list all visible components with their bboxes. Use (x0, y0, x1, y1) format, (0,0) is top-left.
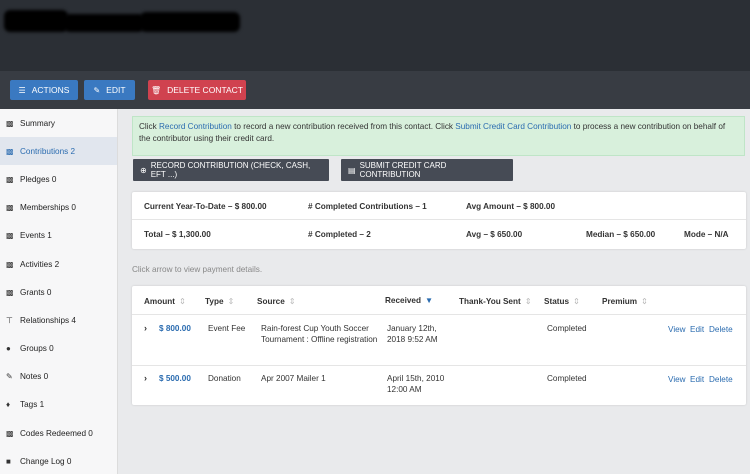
actions-label: ACTIONS (31, 85, 70, 95)
sort-icon: ⇕ (227, 297, 235, 306)
sidebar-item-change-log[interactable]: ■ Change Log 0 (0, 447, 117, 474)
row-source: Apr 2007 Mailer 1 (261, 374, 326, 383)
sidebar-item-summary[interactable]: ▩ Summary (0, 109, 117, 137)
row-type: Donation (208, 374, 241, 383)
delete-link[interactable]: Delete (709, 374, 733, 385)
sidebar-item-notes[interactable]: ✎ Notes 0 (0, 363, 117, 391)
sidebar-item-codes-redeemed[interactable]: ▩ Codes Redeemed 0 (0, 419, 117, 447)
sidebar-item-tags[interactable]: ♦ Tags 1 (0, 391, 117, 419)
chart-icon: ▩ (6, 259, 14, 269)
delete-label: DELETE CONTACT (167, 85, 244, 95)
plus-circle-icon: ⊕ (140, 165, 147, 175)
sort-icon: ⇕ (178, 297, 186, 306)
column-header-premium[interactable]: Premium ⇕ (602, 296, 648, 306)
credit-card-icon: ▤ (348, 165, 356, 175)
view-link[interactable]: View (668, 374, 686, 385)
chart-icon: ▩ (6, 174, 14, 184)
total-amount: Total – $ 1,300.00 (144, 230, 211, 239)
avg-amount: Avg Amount – $ 800.00 (466, 202, 556, 211)
edit-button[interactable]: ✎ EDIT (84, 80, 135, 100)
sidebar-item-pledges[interactable]: ▩ Pledges 0 (0, 165, 117, 193)
sidebar-item-contributions[interactable]: ▩ Contributions 2 (0, 137, 117, 166)
row-amount: $ 800.00 (159, 324, 191, 333)
main-content: Click Record Contribution to record a ne… (118, 109, 750, 474)
avg-value: Avg – $ 650.00 (466, 230, 523, 239)
record-contribution-button[interactable]: ⊕ RECORD CONTRIBUTION (CHECK, CASH, EFT … (133, 159, 329, 181)
view-link[interactable]: View (668, 324, 686, 335)
trash-icon: 🗑 (150, 85, 162, 95)
chart-icon: ▩ (6, 146, 14, 156)
column-header-source[interactable]: Source ⇕ (257, 296, 296, 306)
contribution-summary: Current Year-To-Date – $ 800.00 # Comple… (132, 192, 746, 249)
ytd-total: Current Year-To-Date – $ 800.00 (144, 202, 267, 211)
chart-icon: ▩ (6, 203, 14, 213)
sort-icon: ⇕ (573, 297, 580, 306)
row-received: January 12th, 2018 9:52 AM (387, 324, 438, 344)
chart-icon: ▩ (6, 287, 14, 297)
delete-link[interactable]: Delete (709, 324, 733, 335)
info-notice: Click Record Contribution to record a ne… (132, 116, 745, 156)
edit-link[interactable]: Edit (690, 374, 704, 385)
sidebar-item-memberships[interactable]: ▩ Memberships 0 (0, 194, 117, 222)
chart-icon: ▩ (6, 428, 14, 438)
sidebar: ▩ Summary ▩ Contributions 2 ▩ Pledges 0 ▩ Me… (0, 109, 118, 474)
sort-desc-icon: ▼ (424, 296, 434, 305)
row-received: April 15th, 2010 12:00 AM (387, 374, 445, 394)
contact-header (0, 0, 750, 71)
median-value: Median – $ 650.00 (586, 230, 656, 239)
redacted-contact-name (4, 6, 244, 36)
delete-contact-button[interactable]: 🗑 DELETE CONTACT (148, 80, 246, 100)
sort-icon: ⇕ (641, 297, 648, 306)
sort-icon: ⇕ (288, 297, 296, 306)
mode-value: Mode – N/A (684, 230, 729, 239)
contributions-table: Amount ⇕ Type ⇕ Source ⇕ Received ▼ Thank-Yo… (132, 286, 746, 405)
submit-credit-card-link[interactable]: Submit Credit Card Contribution (455, 122, 571, 131)
sitemap-icon: ⊤ (6, 315, 13, 325)
completed-count: # Completed – 2 (308, 230, 371, 239)
row-source: Rain-forest Cup Youth Soccer Tournament … (261, 324, 378, 344)
completed-contributions-count: # Completed Contributions – 1 (308, 202, 427, 211)
column-header-type[interactable]: Type ⇕ (205, 296, 234, 306)
sidebar-item-events[interactable]: ▩ Events 1 (0, 222, 117, 250)
expand-arrow-icon[interactable]: › (144, 323, 147, 334)
pencil-icon: ✎ (6, 372, 13, 382)
stop-icon: ■ (6, 456, 11, 466)
expand-arrow-icon[interactable]: › (144, 373, 147, 384)
users-icon: ● (6, 344, 11, 354)
sidebar-item-grants[interactable]: ▩ Grants 0 (0, 278, 117, 306)
row-status: Completed (547, 324, 587, 333)
pencil-icon: ✎ (93, 85, 101, 95)
chart-icon: ▩ (6, 118, 14, 128)
edit-link[interactable]: Edit (690, 324, 704, 335)
sidebar-item-relationships[interactable]: ⊤ Relationships 4 (0, 306, 117, 334)
row-type: Event Fee (208, 324, 246, 333)
sidebar-item-groups[interactable]: ● Groups 0 (0, 335, 117, 363)
payment-details-hint: Click arrow to view payment details. (132, 265, 263, 274)
submit-credit-card-button[interactable]: ▤ SUBMIT CREDIT CARD CONTRIBUTION (341, 159, 513, 181)
column-header-status[interactable]: Status ⇕ (544, 296, 580, 306)
edit-label: EDIT (106, 85, 126, 95)
action-bar: ☰ ACTIONS ✎ EDIT 🗑 DELETE CONTACT (0, 71, 750, 109)
column-header-received[interactable]: Received ▼ (385, 296, 433, 305)
record-contribution-link[interactable]: Record Contribution (159, 122, 232, 131)
row-amount: $ 500.00 (159, 374, 191, 383)
column-header-thankyou[interactable]: Thank-You Sent ⇕ (459, 296, 532, 306)
column-header-amount[interactable]: Amount ⇕ (144, 296, 186, 306)
tag-icon: ♦ (6, 400, 11, 410)
bars-icon: ☰ (18, 85, 26, 95)
chart-icon: ▩ (6, 231, 14, 241)
row-status: Completed (547, 374, 587, 383)
sort-icon: ⇕ (524, 297, 532, 306)
sidebar-item-activities[interactable]: ▩ Activities 2 (0, 250, 117, 278)
actions-button[interactable]: ☰ ACTIONS (10, 80, 78, 100)
